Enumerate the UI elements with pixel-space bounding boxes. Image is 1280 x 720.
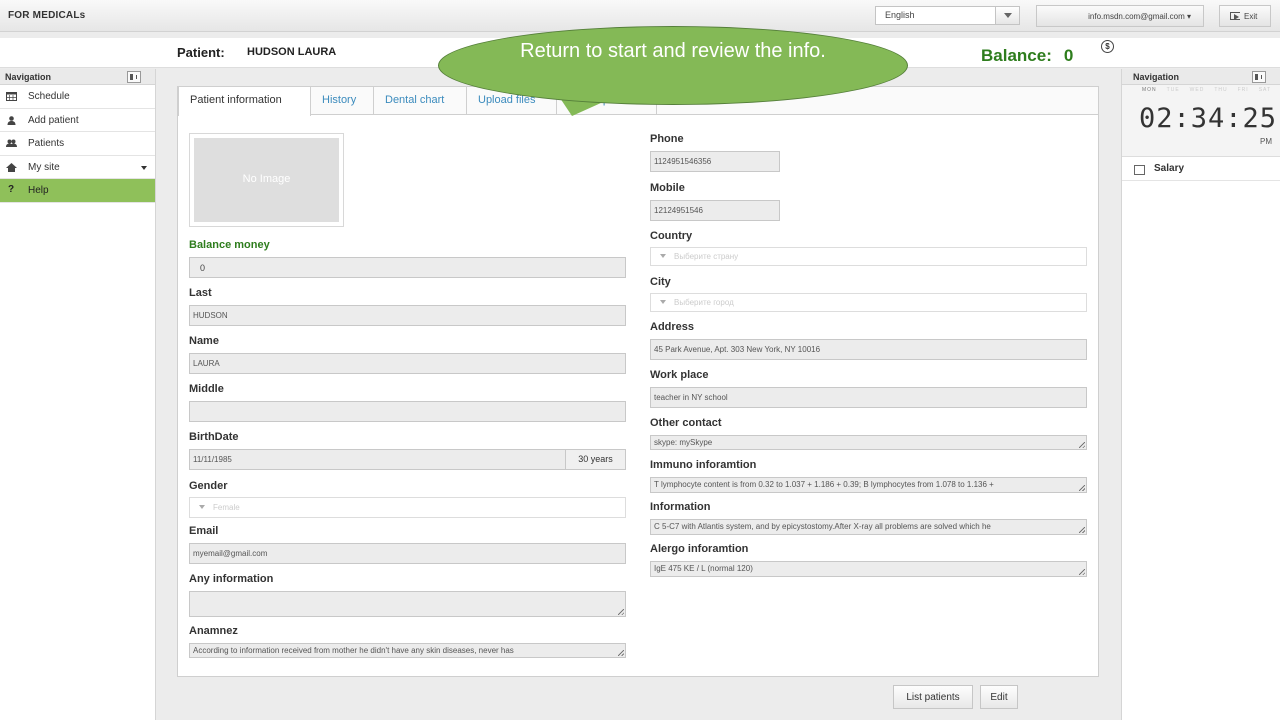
phone-label: Phone — [650, 133, 684, 145]
balance-money-field: 0 — [189, 257, 626, 278]
tab-dental-chart[interactable]: Dental chart — [374, 87, 467, 115]
salary-link[interactable]: Salary — [1122, 157, 1280, 181]
birthdate-label: BirthDate — [189, 431, 239, 443]
chevron-down-icon[interactable] — [995, 7, 1019, 24]
app-brand: FOR MEDICALs — [8, 10, 86, 21]
left-nav-title: Navigation — [5, 72, 52, 82]
nav-toggle-icon[interactable] — [127, 71, 141, 83]
users-icon — [6, 139, 17, 147]
account-email: info.msdn.com@gmail.com — [1088, 12, 1185, 21]
email-field: myemail@gmail.com — [189, 543, 626, 564]
account-menu-button[interactable]: info.msdn.com@gmail.com ▾ — [1036, 5, 1204, 27]
balance-money-label: Balance money — [189, 239, 270, 251]
balance-display: Balance: 0 — [981, 46, 1073, 66]
right-nav-header: Navigation — [1122, 69, 1280, 85]
country-label: Country — [650, 230, 693, 242]
salary-label: Salary — [1154, 163, 1185, 174]
work-place-label: Work place — [650, 369, 709, 381]
nav-item-my-site[interactable]: My site — [0, 156, 155, 179]
email-label: Email — [189, 525, 219, 537]
right-nav-title: Navigation — [1133, 72, 1180, 82]
first-name-label: Name — [189, 335, 219, 347]
other-contact-label: Other contact — [650, 417, 722, 429]
mobile-label: Mobile — [650, 182, 685, 194]
language-value: English — [885, 10, 915, 20]
left-navigation: Navigation Schedule Add patient Patients… — [0, 69, 156, 720]
mobile-field: 12124951546 — [650, 200, 780, 221]
tutorial-callout: Return to start and review the info. — [438, 26, 908, 105]
left-nav-header: Navigation — [0, 69, 155, 85]
patient-photo[interactable]: No Image — [189, 133, 344, 227]
immuno-textarea: T lymphocyte content is from 0.32 to 1.0… — [650, 477, 1087, 493]
information-label: Information — [650, 501, 711, 513]
photo-placeholder: No Image — [194, 138, 339, 222]
nav-item-help[interactable]: ? Help — [0, 179, 155, 203]
caret-down-icon — [141, 165, 147, 170]
last-name-field: HUDSON — [189, 305, 626, 326]
phone-field: 1124951546356 — [650, 151, 780, 172]
exit-button[interactable]: Exit — [1219, 5, 1271, 27]
exit-label: Exit — [1244, 12, 1258, 21]
exit-icon — [1230, 12, 1240, 20]
user-icon — [7, 115, 16, 125]
patient-label: Patient: — [177, 45, 225, 60]
middle-name-field — [189, 401, 626, 422]
age-addon: 30 years — [565, 449, 626, 470]
nav-toggle-icon[interactable] — [1252, 71, 1266, 83]
other-contact-textarea: skype: mySkype — [650, 435, 1087, 450]
question-icon: ? — [8, 184, 15, 195]
nav-item-schedule[interactable]: Schedule — [0, 85, 155, 109]
tab-patient-information[interactable]: Patient information — [178, 87, 311, 116]
gender-select[interactable]: Female — [189, 497, 626, 518]
right-panel: Navigation MONTUEWEDTHUFRISATSUN 02:34:2… — [1121, 69, 1280, 720]
language-select[interactable]: English — [875, 6, 1020, 25]
digital-clock: MONTUEWEDTHUFRISATSUN 02:34:25 PM — [1122, 85, 1280, 157]
alergo-textarea: IgE 475 KE / L (normal 120) — [650, 561, 1087, 577]
nav-item-add-patient[interactable]: Add patient — [0, 109, 155, 132]
calculator-icon — [1134, 165, 1145, 175]
nav-item-patients[interactable]: Patients — [0, 132, 155, 156]
last-name-label: Last — [189, 287, 212, 299]
city-select[interactable]: Выберите город — [650, 293, 1087, 312]
nav-item-label: Schedule — [28, 91, 70, 102]
birthdate-field: 11/11/1985 — [189, 449, 566, 470]
patient-panel: Patient information History Dental chart… — [177, 86, 1099, 677]
list-patients-button[interactable]: List patients — [893, 685, 973, 709]
anamnez-label: Anamnez — [189, 625, 238, 637]
any-information-label: Any information — [189, 573, 274, 585]
nav-item-label: My site — [28, 161, 60, 173]
information-textarea: C 5-C7 with Atlantis system, and by epic… — [650, 519, 1087, 535]
middle-name-label: Middle — [189, 383, 224, 395]
work-place-field: teacher in NY school — [650, 387, 1087, 408]
tab-history[interactable]: History — [311, 87, 374, 115]
clock-time: 02:34:25 — [1139, 103, 1278, 134]
nav-item-label: Patients — [28, 138, 65, 149]
immuno-label: Immuno inforamtion — [650, 459, 757, 471]
clock-ampm: PM — [1260, 137, 1272, 146]
address-label: Address — [650, 321, 695, 333]
patient-name: HUDSON LAURA — [247, 46, 337, 58]
edit-button[interactable]: Edit — [980, 685, 1018, 709]
clock-days: MONTUEWEDTHUFRISATSUN — [1142, 87, 1272, 93]
dollar-coin-icon[interactable]: $ — [1101, 40, 1114, 53]
gender-label: Gender — [189, 480, 228, 492]
balance-value: 0 — [1063, 46, 1074, 65]
country-select[interactable]: Выберите страну — [650, 247, 1087, 266]
alergo-label: Alergo inforamtion — [650, 543, 749, 555]
address-field: 45 Park Avenue, Apt. 303 New York, NY 10… — [650, 339, 1087, 360]
any-information-textarea — [189, 591, 626, 617]
anamnez-textarea: According to information received from m… — [189, 643, 626, 658]
nav-item-label: Help — [28, 185, 49, 196]
nav-item-label: Add patient — [28, 114, 79, 126]
balance-label: Balance: — [981, 46, 1052, 65]
home-icon — [6, 162, 17, 172]
city-label: City — [650, 276, 671, 288]
calendar-icon — [6, 92, 17, 101]
first-name-field: LAURA — [189, 353, 626, 374]
